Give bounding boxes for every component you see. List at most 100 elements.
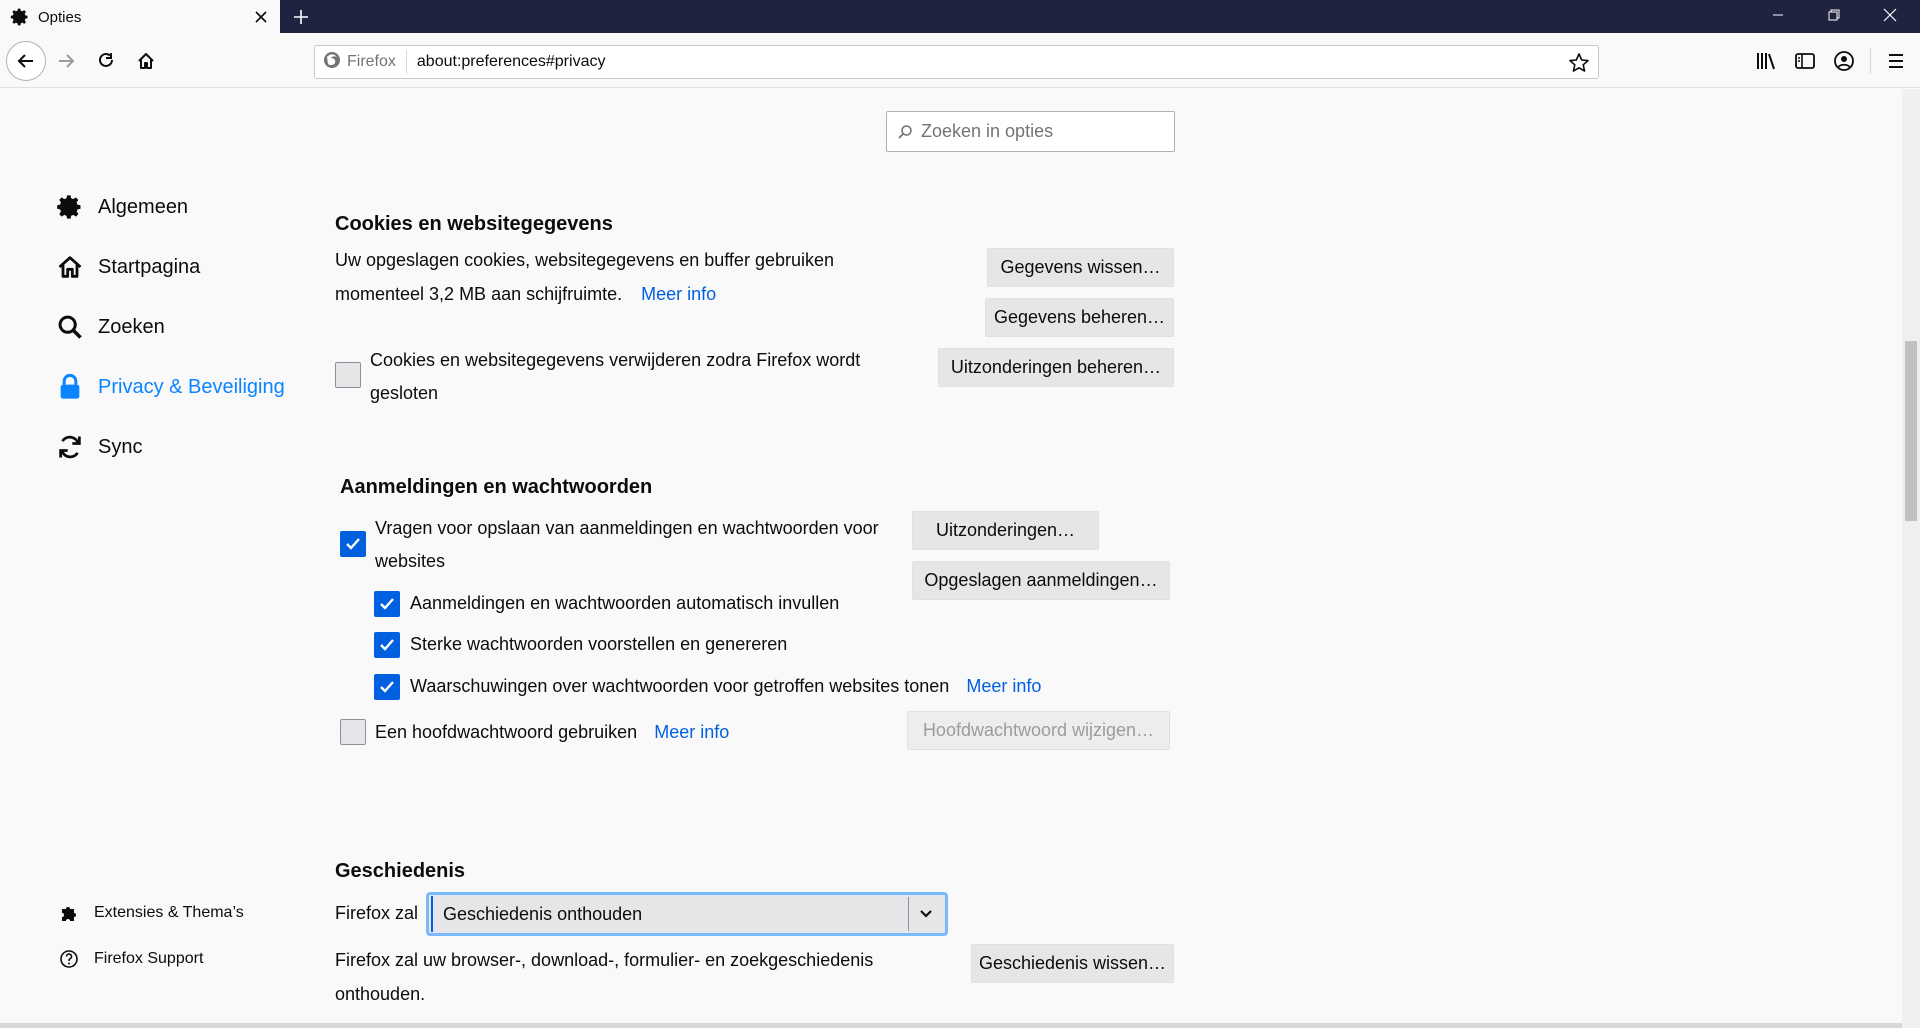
title-bar: Opties (0, 0, 1920, 34)
delete-cookies-label-line2: gesloten (370, 383, 439, 403)
logins-heading: Aanmeldingen en wachtwoorden (340, 476, 653, 498)
saved-logins-button[interactable]: Opgeslagen aanmeldingen… (912, 561, 1170, 600)
breach-more-info-link[interactable]: Meer info (966, 676, 1041, 696)
footer-label: Extensies & Thema’s (94, 904, 244, 921)
breach-alerts-checkbox[interactable] (374, 674, 400, 700)
bottom-edge (0, 1023, 1902, 1028)
sidebar-item-privacy[interactable]: Privacy & Beveiliging (54, 367, 285, 407)
firefox-logo-icon (323, 51, 341, 74)
autofill-label: Aanmeldingen en wachtwoorden automatisch… (410, 593, 840, 613)
search-icon (54, 311, 86, 343)
minimize-button[interactable] (1750, 0, 1806, 30)
vertical-scrollbar[interactable] (1902, 89, 1920, 1028)
suggest-passwords-checkbox[interactable] (374, 632, 400, 658)
sidebar-item-algemeen[interactable]: Algemeen (54, 187, 188, 227)
cookies-description-line1: Uw opgeslagen cookies, websitegegevens e… (335, 250, 834, 270)
checkmark-icon (346, 538, 360, 550)
sidebar-toggle-icon[interactable] (1791, 47, 1819, 75)
cookies-description-line2: momenteel 3,2 MB aan schijfruimte. Meer … (335, 278, 716, 311)
chevron-down-icon (915, 903, 937, 925)
url-text[interactable]: about:preferences#privacy (417, 53, 606, 71)
forward-arrow-icon (59, 54, 75, 68)
history-description-line2: onthouden. (335, 984, 426, 1004)
gear-icon (54, 191, 86, 223)
help-icon (56, 946, 82, 972)
sidebar-item-label: Privacy & Beveiliging (98, 375, 285, 398)
preferences-content: Zoeken in opties Algemeen Startpagina Zo… (0, 89, 1920, 1028)
checkmark-icon (380, 681, 394, 693)
history-mode-value: Geschiedenis onthouden (443, 904, 643, 924)
url-bar[interactable]: Firefox about:preferences#privacy (314, 45, 1599, 79)
breach-alerts-label: Waarschuwingen over wachtwoorden voor ge… (410, 676, 950, 696)
master-more-info-link[interactable]: Meer info (654, 722, 729, 742)
history-description-line1: Firefox zal uw browser-, download-, form… (335, 950, 874, 970)
delete-cookies-label-line1: Cookies en websitegegevens verwijderen z… (370, 350, 861, 370)
home-icon (138, 53, 154, 69)
sidebar-item-startpagina[interactable]: Startpagina (54, 247, 200, 287)
library-icon[interactable] (1752, 47, 1780, 75)
ask-save-label-line1: Vragen voor opslaan van aanmeldingen en … (375, 518, 879, 538)
select-divider (908, 897, 909, 931)
master-password-label: Een hoofdwachtwoord gebruiken (375, 722, 638, 742)
puzzle-icon (56, 900, 82, 926)
checkmark-icon (380, 598, 394, 610)
close-window-button[interactable] (1862, 0, 1918, 30)
master-password-checkbox[interactable] (340, 719, 366, 745)
bookmark-star-icon[interactable] (1568, 52, 1590, 74)
identity-box[interactable]: Firefox (315, 50, 407, 74)
tab-title: Opties (38, 8, 82, 26)
restore-button[interactable] (1806, 0, 1862, 30)
home-icon (54, 251, 86, 283)
sidebar-item-zoeken[interactable]: Zoeken (54, 307, 165, 347)
sidebar-item-label: Sync (98, 435, 143, 458)
sidebar-footer-extensions[interactable]: Extensies & Thema’s (56, 900, 244, 926)
toolbar-separator (1870, 48, 1871, 74)
login-exceptions-button[interactable]: Uitzonderingen… (912, 511, 1099, 550)
breach-alerts-row: Waarschuwingen over wachtwoorden voor ge… (410, 670, 1041, 703)
clear-history-button[interactable]: Geschiedenis wissen… (971, 944, 1174, 983)
sidebar-item-label: Startpagina (98, 255, 201, 278)
gear-icon (10, 7, 30, 27)
delete-cookies-on-close-checkbox[interactable] (335, 362, 361, 388)
checkmark-icon (380, 639, 394, 651)
account-icon[interactable] (1830, 47, 1858, 75)
close-tab-icon[interactable] (252, 8, 270, 26)
manage-exceptions-button[interactable]: Uitzonderingen beheren… (938, 348, 1174, 387)
cookies-more-info-link[interactable]: Meer info (641, 284, 716, 304)
footer-label: Firefox Support (94, 950, 204, 967)
history-heading: Geschiedenis (335, 860, 466, 882)
sidebar-item-sync[interactable]: Sync (54, 427, 142, 467)
sidebar-item-label: Algemeen (98, 195, 189, 218)
autofill-logins-checkbox[interactable] (374, 591, 400, 617)
sidebar-item-label: Zoeken (98, 315, 165, 338)
back-arrow-icon (17, 54, 33, 68)
change-master-password-button[interactable]: Hoofdwachtwoord wijzigen… (907, 711, 1170, 750)
reload-icon (99, 52, 113, 67)
master-password-row: Een hoofdwachtwoord gebruiken Meer info (375, 716, 729, 749)
search-input[interactable]: Zoeken in opties (886, 111, 1175, 152)
nav-toolbar: Firefox about:preferences#privacy (0, 34, 1920, 88)
cookies-usage-text: momenteel 3,2 MB aan schijfruimte. (335, 284, 623, 304)
hamburger-menu-icon[interactable] (1882, 47, 1910, 75)
ask-save-logins-checkbox[interactable] (340, 531, 366, 557)
sidebar-footer-support[interactable]: Firefox Support (56, 946, 203, 972)
firefox-will-label: Firefox zal (335, 903, 419, 923)
cookies-heading: Cookies en websitegegevens (335, 213, 613, 235)
sync-icon (54, 431, 86, 463)
ask-save-label-line2: websites (375, 551, 446, 571)
identity-label: Firefox (347, 53, 396, 70)
suggest-label: Sterke wachtwoorden voorstellen en gener… (410, 634, 788, 654)
history-mode-select[interactable]: Geschiedenis onthouden (426, 892, 948, 936)
clear-data-button[interactable]: Gegevens wissen… (987, 248, 1174, 287)
new-tab-button[interactable] (288, 4, 314, 30)
forward-button[interactable] (48, 43, 84, 79)
manage-data-button[interactable]: Gegevens beheren… (985, 298, 1174, 337)
home-button[interactable] (128, 43, 164, 79)
scrollbar-thumb[interactable] (1905, 341, 1917, 521)
back-button[interactable] (6, 41, 46, 81)
reload-button[interactable] (88, 43, 124, 79)
tab-opties[interactable]: Opties (0, 0, 280, 34)
search-placeholder: Zoeken in opties (921, 121, 1054, 141)
lock-icon (54, 371, 86, 403)
search-icon (898, 124, 912, 139)
